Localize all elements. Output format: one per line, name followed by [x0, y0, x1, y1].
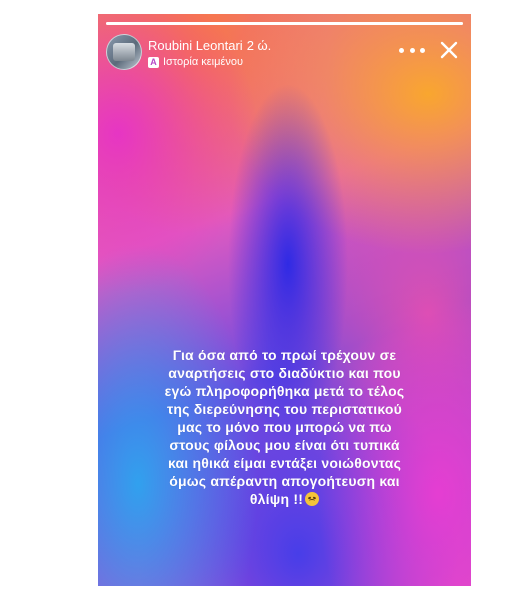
- story-text-last-line: θλίψη !!: [118, 490, 451, 508]
- story-text-line: θλίψη !!: [249, 491, 304, 507]
- text-story-icon: A: [148, 56, 159, 68]
- story-text-line: Για όσα από το πρωί τρέχουν σε: [172, 347, 397, 363]
- story-header-line: Roubini Leontari 2 ώ.: [148, 38, 271, 53]
- story-text: Για όσα από το πρωί τρέχουν σε αναρτήσει…: [118, 346, 451, 508]
- story-progress-bar: [106, 22, 463, 25]
- user-name[interactable]: Roubini Leontari: [148, 38, 243, 53]
- close-button[interactable]: [437, 38, 461, 62]
- more-dot-icon: [420, 47, 425, 53]
- story-text-line: αναρτήσεις στο διαδύκτιο και που: [168, 365, 401, 381]
- close-icon: [440, 41, 458, 59]
- post-time: 2 ώ.: [246, 38, 272, 53]
- story-text-line: μας το μόνο που μπορώ να πω: [177, 419, 392, 435]
- story-type-line: A Ιστορία κειμένου: [148, 56, 243, 68]
- story-text-line: και ηθικά είμαι εντάξει νοιώθοντας: [167, 455, 402, 471]
- story-text-line: όμως απέραντη απογοήτευση και: [169, 473, 400, 489]
- avatar[interactable]: [106, 34, 142, 70]
- story-type-label: Ιστορία κειμένου: [163, 56, 243, 68]
- more-dot-icon: [409, 47, 415, 53]
- story-text-line: εγώ πληροφορήθηκα μετά το τέλος: [164, 383, 405, 399]
- disappointed-face-emoji: [305, 492, 320, 506]
- story-progress-fill: [106, 22, 463, 25]
- text-story-card[interactable]: Roubini Leontari 2 ώ. A Ιστορία κειμένου …: [98, 14, 471, 586]
- more-dot-icon: [399, 47, 404, 53]
- more-options-button[interactable]: [399, 42, 425, 58]
- story-text-line: της διερεύνησης του περιστατικού: [166, 401, 403, 417]
- story-text-line: στους φίλους μου είναι ότι τυπικά: [169, 437, 400, 453]
- avatar-photo: [113, 43, 135, 61]
